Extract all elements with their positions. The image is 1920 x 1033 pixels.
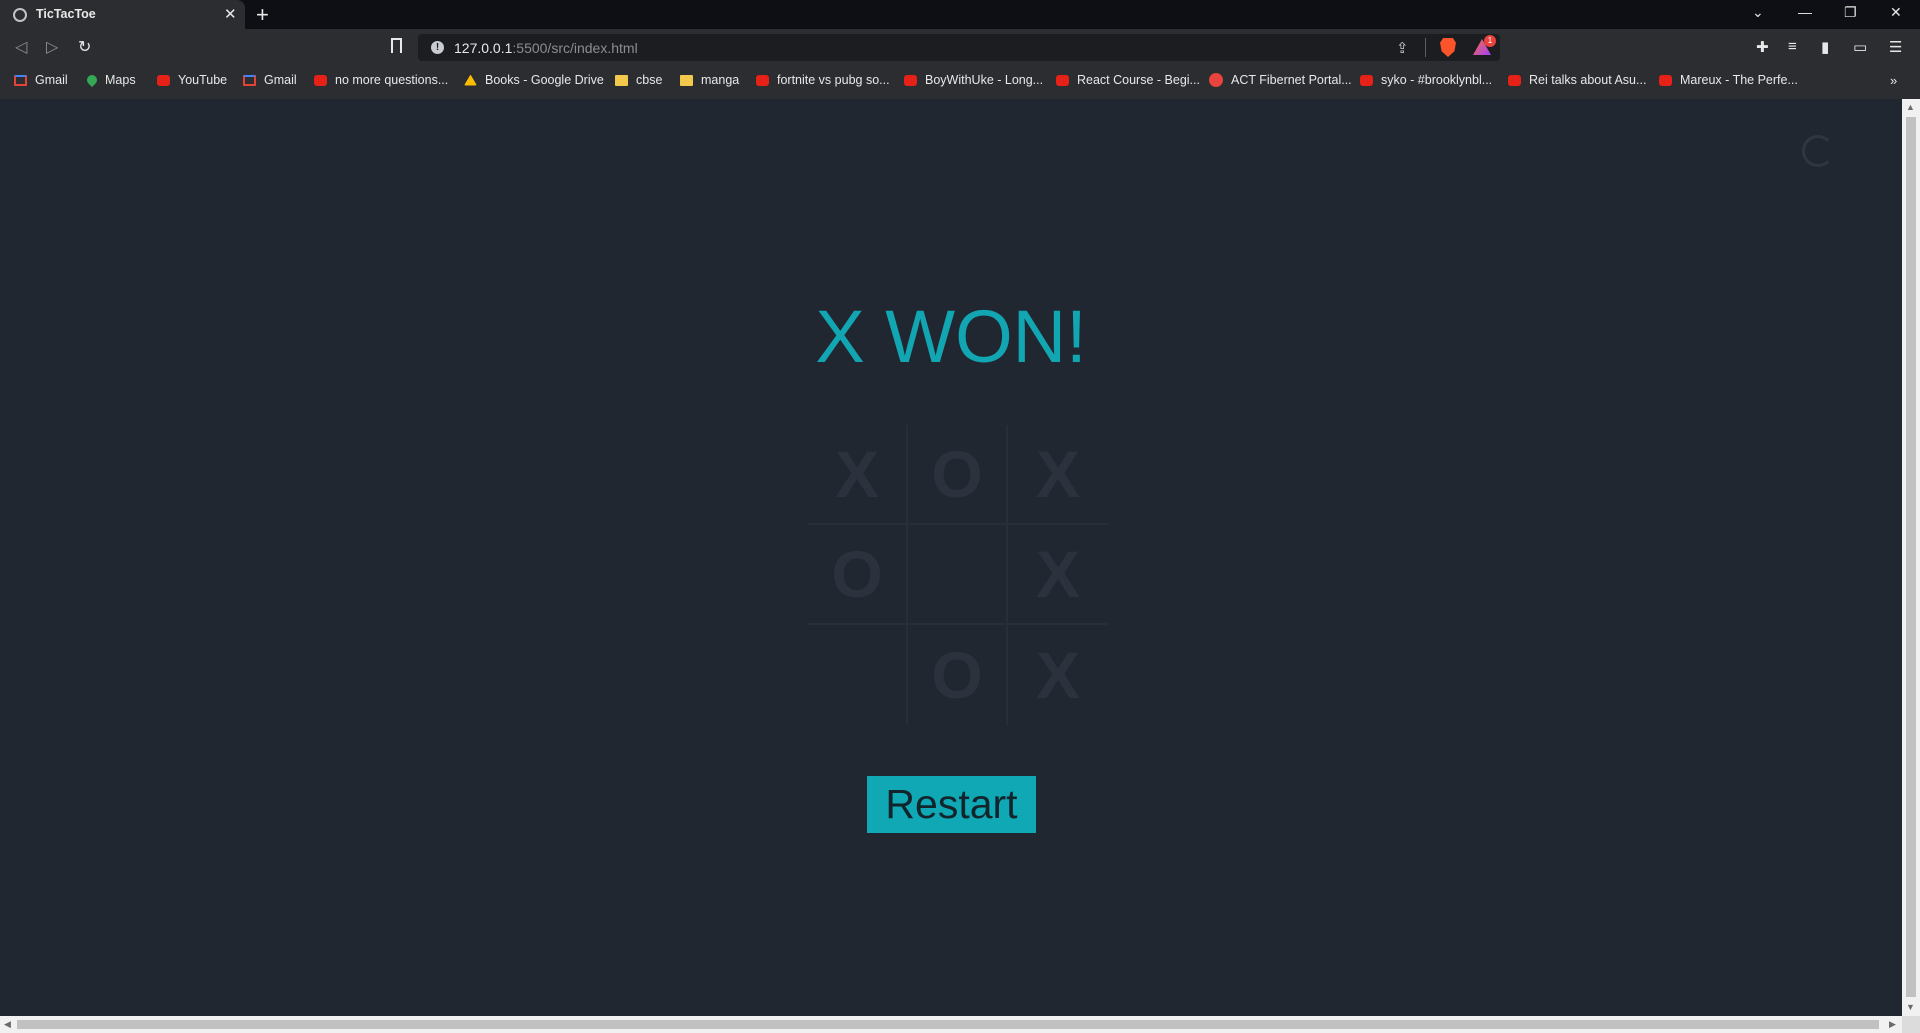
restore-button[interactable]: ❐ (1844, 4, 1857, 21)
bookmarks-bar: Gmail Maps YouTube Gmail no more questio… (0, 67, 1920, 99)
board-cell[interactable] (908, 525, 1008, 625)
folder-icon (680, 74, 693, 86)
vertical-scrollbar[interactable]: ▲ ▼ (1902, 99, 1920, 1016)
board-cell[interactable]: X (1008, 625, 1108, 725)
extensions-icon[interactable]: ✚ (1756, 38, 1769, 56)
bookmark-label: Mareux - The Perfe... (1680, 73, 1798, 87)
url-path: :5500/src/index.html (512, 40, 638, 56)
wallet-icon[interactable]: ▭ (1853, 38, 1867, 56)
bookmark-label: no more questions... (335, 73, 449, 87)
bookmark-cbse[interactable]: cbse (615, 73, 662, 87)
sidebar-icon[interactable]: ▮ (1821, 38, 1829, 56)
game-page: X WON! X O X O X O X Restart (0, 99, 1902, 1016)
rewards-badge: 1 (1484, 35, 1496, 47)
board-cell[interactable] (808, 625, 908, 725)
vertical-scroll-thumb[interactable] (1906, 117, 1916, 997)
bookmark-label: Rei talks about Asu... (1529, 73, 1647, 87)
bookmark-books-drive[interactable]: Books - Google Drive (464, 73, 604, 87)
scroll-left-icon[interactable]: ◀ (4, 1019, 11, 1030)
bookmark-syko[interactable]: syko - #brooklynbl... (1360, 73, 1492, 87)
bookmark-label: YouTube (178, 73, 228, 87)
bookmark-icon[interactable] (391, 38, 402, 53)
close-tab-icon[interactable]: ✕ (224, 5, 237, 23)
share-icon[interactable]: ⇪ (1396, 39, 1409, 57)
bookmark-label: Gmail (264, 73, 297, 87)
bookmark-label: Books - Google Drive (485, 73, 604, 87)
address-bar[interactable]: ! 127.0.0.1:5500/src/index.html ⇪ 1 (418, 34, 1500, 61)
bookmark-rei-talks[interactable]: Rei talks about Asu... (1508, 73, 1646, 87)
bookmark-no-more-questions[interactable]: no more questions... (314, 73, 448, 87)
horizontal-scroll-thumb[interactable] (17, 1020, 1879, 1029)
bookmark-mareux[interactable]: Mareux - The Perfe... (1659, 73, 1798, 87)
bookmark-label: cbse (636, 73, 663, 87)
maps-icon (84, 72, 100, 88)
bookmark-manga[interactable]: manga (680, 73, 739, 87)
bookmark-label: fortnite vs pubg so... (777, 73, 890, 87)
close-window-button[interactable]: ✕ (1890, 4, 1902, 21)
scroll-right-icon[interactable]: ▶ (1889, 1019, 1896, 1030)
more-bookmarks-icon[interactable]: » (1890, 73, 1897, 88)
board-cell[interactable]: X (1008, 525, 1108, 625)
drive-icon (464, 74, 477, 86)
refresh-icon[interactable] (1802, 135, 1834, 167)
board-cell[interactable]: O (908, 625, 1008, 725)
back-button[interactable]: ◁ (15, 37, 27, 57)
globe-icon (13, 8, 27, 22)
youtube-icon (756, 74, 769, 86)
url-text[interactable]: 127.0.0.1:5500/src/index.html (454, 40, 638, 56)
bookmark-boywithuke[interactable]: BoyWithUke - Long... (904, 73, 1043, 87)
new-tab-button[interactable]: + (256, 2, 269, 28)
restart-button[interactable]: Restart (867, 776, 1036, 833)
tab-strip: TicTacToe ✕ + ⌄ — ❐ ✕ (0, 0, 1920, 29)
youtube-icon (1360, 74, 1373, 86)
youtube-icon (314, 74, 327, 86)
board-cell[interactable]: O (808, 525, 908, 625)
scroll-up-icon[interactable]: ▲ (1906, 102, 1915, 112)
bookmark-youtube[interactable]: YouTube (157, 73, 227, 87)
game-board: X O X O X O X (808, 425, 1108, 725)
bookmark-label: Maps (105, 73, 136, 87)
youtube-icon (1056, 74, 1069, 86)
horizontal-scrollbar[interactable]: ◀ ▶ (0, 1016, 1902, 1033)
menu-icon[interactable]: ☰ (1889, 38, 1902, 56)
reload-button[interactable]: ↻ (78, 37, 91, 57)
media-controls-icon[interactable]: ≡ (1788, 38, 1797, 55)
bookmark-label: BoyWithUke - Long... (925, 73, 1044, 87)
site-info-icon[interactable]: ! (431, 41, 444, 54)
bookmark-label: React Course - Begi... (1077, 73, 1200, 87)
board-cell[interactable]: X (808, 425, 908, 525)
minimize-button[interactable]: — (1798, 4, 1812, 20)
bookmark-gmail[interactable]: Gmail (14, 73, 68, 87)
youtube-icon (1659, 74, 1672, 86)
youtube-icon (904, 74, 917, 86)
act-icon (1209, 73, 1223, 87)
bookmark-label: ACT Fibernet Portal... (1231, 73, 1352, 87)
bookmark-label: syko - #brooklynbl... (1381, 73, 1493, 87)
forward-button[interactable]: ▷ (46, 37, 58, 57)
gmail-icon (14, 74, 27, 86)
tab-title: TicTacToe (36, 7, 96, 21)
browser-chrome: TicTacToe ✕ + ⌄ — ❐ ✕ ◁ ▷ ↻ ! 127.0.0.1:… (0, 0, 1920, 99)
folder-icon (615, 74, 628, 86)
address-bar-divider (1425, 38, 1426, 57)
youtube-icon (1508, 74, 1521, 86)
bookmark-gmail-2[interactable]: Gmail (243, 73, 297, 87)
bookmark-label: manga (701, 73, 740, 87)
scrollbar-corner (1902, 1016, 1920, 1033)
bookmark-act-fibernet[interactable]: ACT Fibernet Portal... (1209, 73, 1352, 87)
bookmark-maps[interactable]: Maps (84, 72, 136, 88)
bookmark-react-course[interactable]: React Course - Begi... (1056, 73, 1200, 87)
youtube-icon (157, 74, 170, 86)
scroll-down-icon[interactable]: ▼ (1906, 1002, 1915, 1012)
bookmark-fortnite[interactable]: fortnite vs pubg so... (756, 73, 890, 87)
board-cell[interactable]: X (1008, 425, 1108, 525)
tab-tictactoe[interactable]: TicTacToe ✕ (0, 0, 245, 29)
tab-search-icon[interactable]: ⌄ (1752, 4, 1764, 21)
url-host: 127.0.0.1 (454, 40, 513, 56)
bookmark-label: Gmail (35, 73, 68, 87)
brave-shields-icon[interactable] (1440, 38, 1456, 57)
gmail-icon (243, 74, 256, 86)
game-status: X WON! (815, 295, 1087, 378)
board-cell[interactable]: O (908, 425, 1008, 525)
